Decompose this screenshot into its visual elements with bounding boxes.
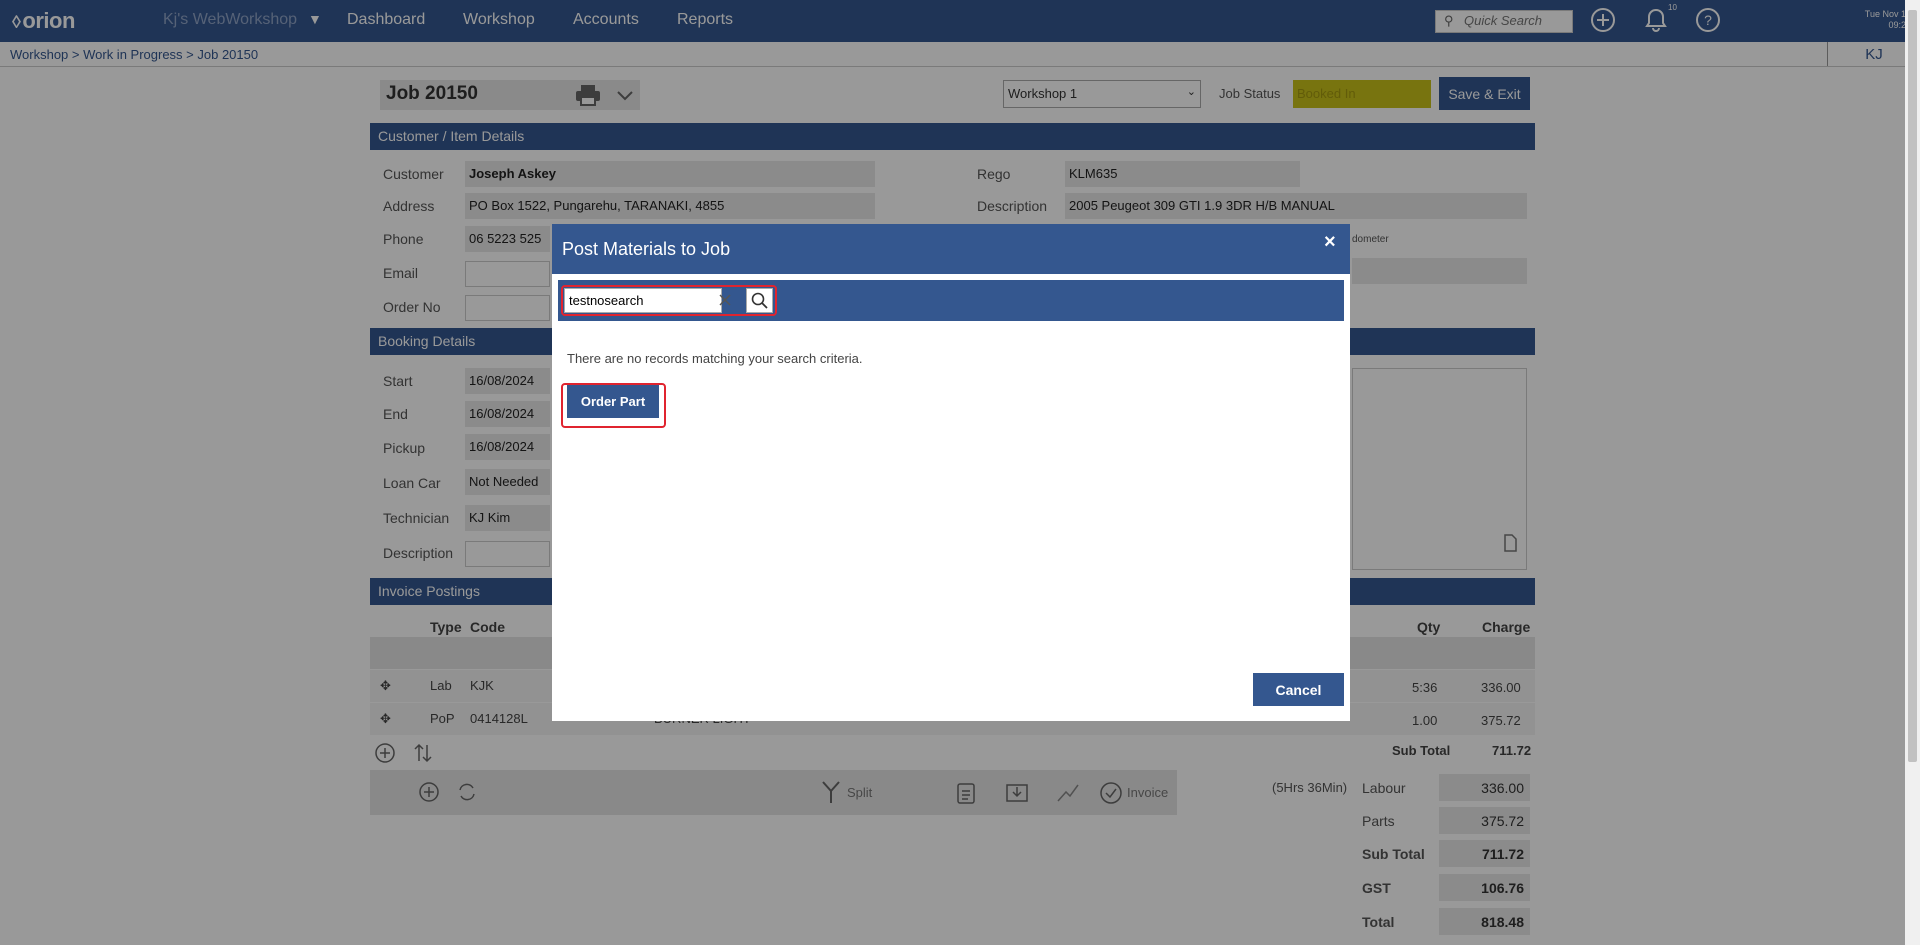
post-materials-dialog: Post Materials to Job × There are no rec… <box>552 224 1350 721</box>
dialog-title: Post Materials to Job <box>562 239 731 259</box>
order-part-button[interactable]: Order Part <box>567 385 659 418</box>
scrollbar-thumb[interactable] <box>1908 10 1917 762</box>
no-records-message: There are no records matching your searc… <box>567 351 863 366</box>
materials-search-input[interactable] <box>564 288 722 313</box>
close-icon[interactable]: × <box>1324 231 1336 254</box>
cancel-button[interactable]: Cancel <box>1253 673 1344 706</box>
search-button[interactable] <box>746 288 773 313</box>
dialog-header: Post Materials to Job × <box>552 224 1350 274</box>
search-icon <box>751 292 768 309</box>
clear-search-icon[interactable] <box>716 290 734 310</box>
